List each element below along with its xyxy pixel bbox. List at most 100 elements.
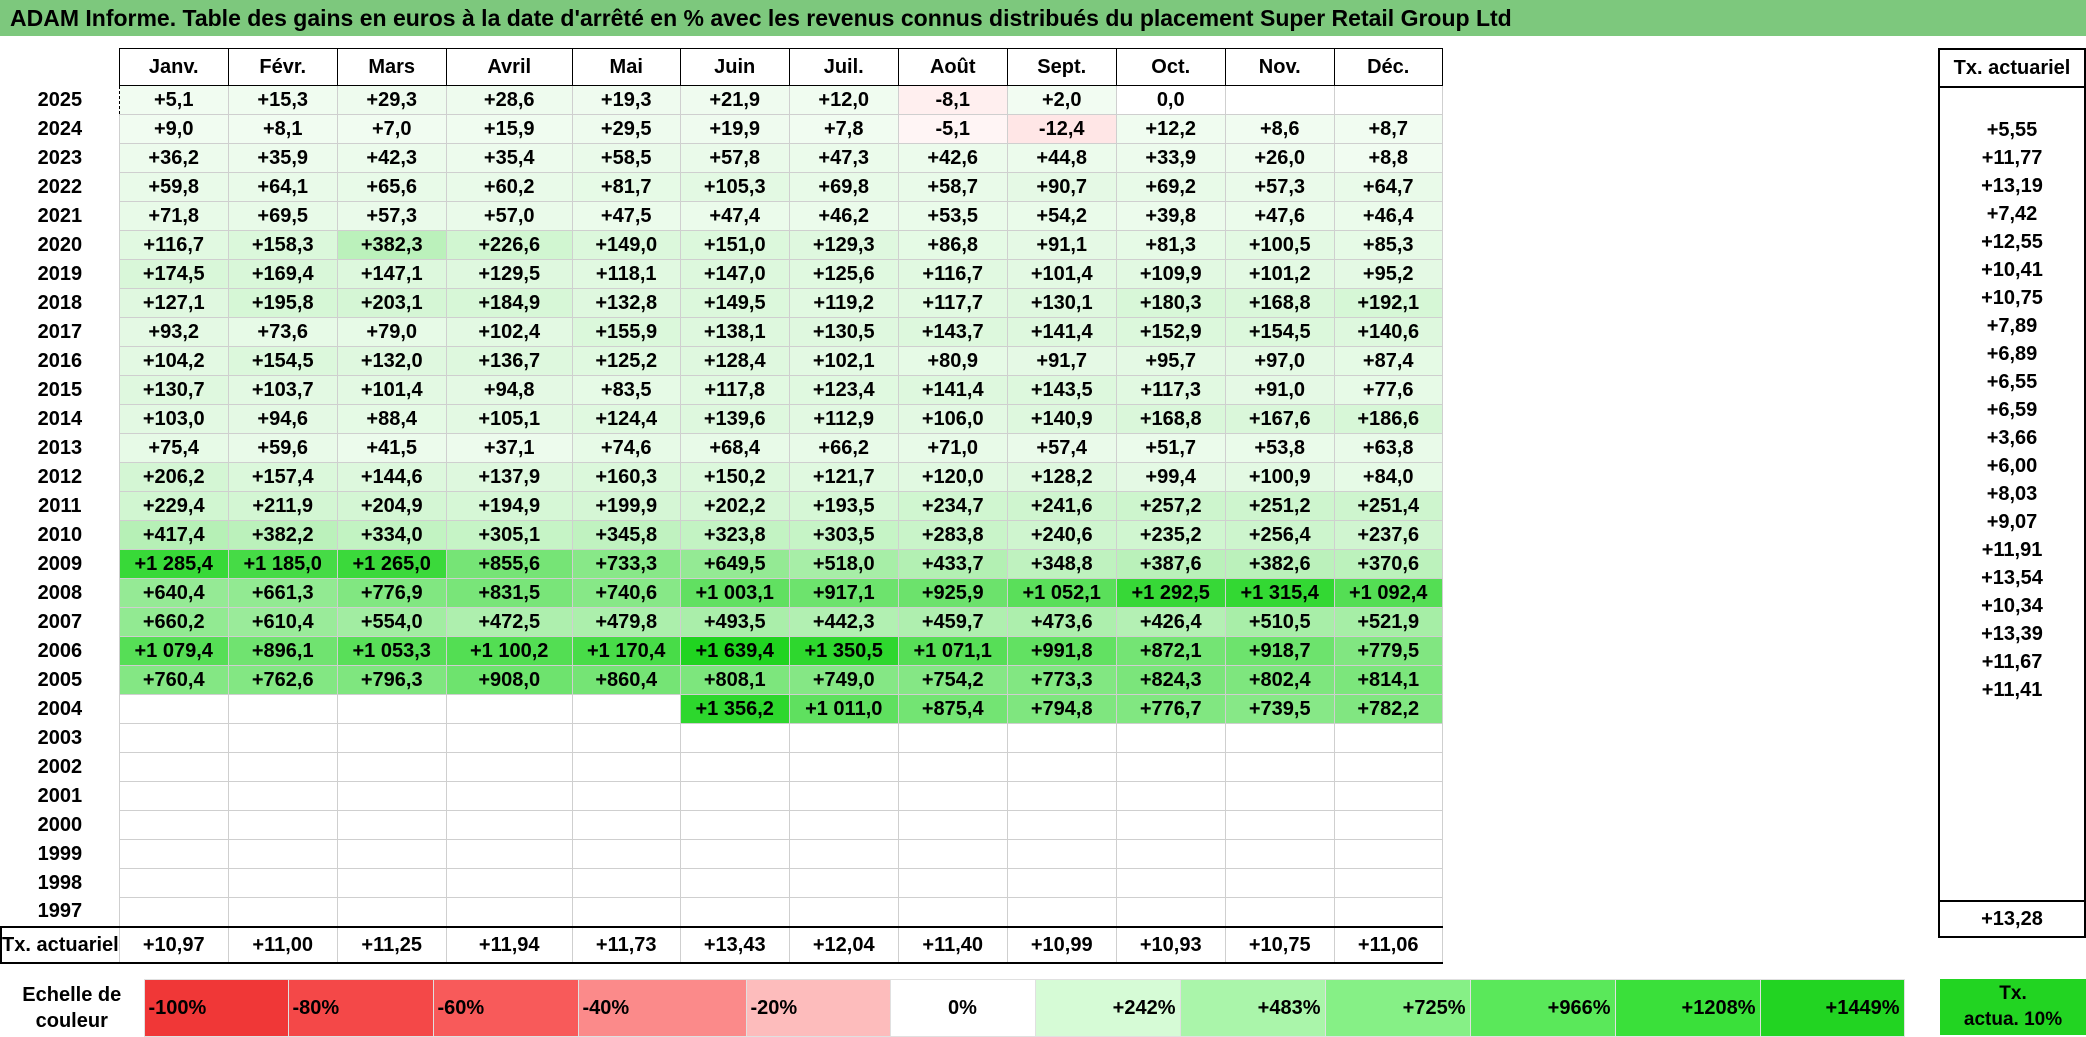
- gain-cell: +510,5: [1224, 607, 1335, 637]
- gain-cell: [1224, 839, 1335, 869]
- gain-cell: +37,1: [445, 433, 573, 463]
- year-row: 1998: [1, 868, 1443, 898]
- rate-row: +6,55: [1938, 368, 2086, 396]
- gain-cell: [445, 868, 573, 898]
- gain-cell: +116,7: [897, 259, 1008, 289]
- month-header: Déc.: [1333, 48, 1443, 86]
- year-rate-cell: +10,41: [1938, 256, 2086, 284]
- gain-cell: +1 011,0: [788, 694, 899, 724]
- gain-cell: [336, 752, 447, 782]
- gain-cell: +158,3: [227, 230, 338, 260]
- gain-cell: +140,6: [1333, 317, 1443, 347]
- gain-cell: +660,2: [118, 607, 229, 637]
- year-row: 2000: [1, 810, 1443, 840]
- gain-cell: [336, 781, 447, 811]
- gain-cell: +204,9: [336, 491, 447, 521]
- gain-cell: +117,3: [1115, 375, 1226, 405]
- rate-row: [1938, 844, 2086, 872]
- year-row: 2024 +9,0 +8,1 +7,0 +15,9 +29,5 +19,9 +7,8 -5,1-…: [1, 114, 1443, 144]
- gain-cell: +91,1: [1006, 230, 1117, 260]
- year-rate-cell: [1938, 844, 2086, 872]
- gain-cell: +84,0: [1333, 462, 1443, 492]
- month-header: Juin: [679, 48, 790, 86]
- gain-cell: [336, 723, 447, 753]
- totals-rate-row: +13,28: [1938, 900, 2086, 938]
- gain-cell: +128,2: [1006, 462, 1117, 492]
- gain-cell: -12,4: [1006, 114, 1117, 144]
- gain-cell: +63,8: [1333, 433, 1443, 463]
- gain-cell: [788, 897, 899, 928]
- gain-cell: [445, 839, 573, 869]
- gain-cell: +1 356,2: [679, 694, 790, 724]
- rate-row: [1938, 788, 2086, 816]
- gain-cell: +136,7: [445, 346, 573, 376]
- gain-cell: +782,2: [1333, 694, 1443, 724]
- gain-cell: +101,4: [1006, 259, 1117, 289]
- gain-cell: +808,1: [679, 665, 790, 695]
- rate-row: +8,03: [1938, 480, 2086, 508]
- gain-cell: +36,2: [118, 143, 229, 173]
- gain-cell: +138,1: [679, 317, 790, 347]
- gain-cell: +199,9: [571, 491, 681, 521]
- gain-cell: [118, 897, 229, 928]
- gain-cell: +796,3: [336, 665, 447, 695]
- gain-cell: +168,8: [1224, 288, 1335, 318]
- gain-cell: +917,1: [788, 578, 899, 608]
- gain-cell: +1 079,4: [118, 636, 229, 666]
- year-rate-cell: +7,89: [1938, 312, 2086, 340]
- totals-row: Tx. actuariel +10,97 +11,00 +11,25 +11,94 +11…: [0, 926, 1443, 964]
- color-scale-step: -40%: [577, 979, 747, 1037]
- gain-cell: +64,7: [1333, 172, 1443, 202]
- year-rate-cell: [1938, 704, 2086, 732]
- gain-cell: +661,3: [227, 578, 338, 608]
- gain-cell: [1115, 781, 1226, 811]
- gain-cell: +129,3: [788, 230, 899, 260]
- gain-cell: +112,9: [788, 404, 899, 434]
- gain-cell: +19,9: [679, 114, 790, 144]
- year-label: 2023: [37, 146, 83, 169]
- year-label: 2010: [37, 523, 83, 546]
- year-label: 2005: [37, 668, 83, 691]
- gain-cell: +194,9: [445, 491, 573, 521]
- gain-cell: [227, 810, 338, 840]
- gain-cell: [679, 723, 790, 753]
- gain-cell: +103,0: [118, 404, 229, 434]
- actuarial-rate-table: Tx. actuariel +5,55 +11,77 +13,19 +7,42 +12,…: [1938, 48, 2086, 938]
- gain-cell: +125,6: [788, 259, 899, 289]
- color-scale-step: +725%: [1324, 979, 1471, 1037]
- year-label: 2016: [37, 349, 83, 372]
- gain-cell: +128,4: [679, 346, 790, 376]
- gain-cell: +155,9: [571, 317, 681, 347]
- gain-cell: +8,7: [1333, 114, 1443, 144]
- gain-cell: +382,2: [227, 520, 338, 550]
- gain-cell: +348,8: [1006, 549, 1117, 579]
- year-rate-cell: [1938, 788, 2086, 816]
- overall-rate-cell: +13,28: [1938, 900, 2086, 938]
- year-rate-cell: [1938, 872, 2086, 901]
- year-rate-cell: +10,75: [1938, 284, 2086, 312]
- rate-row: [1938, 87, 2086, 116]
- gain-cell: [227, 839, 338, 869]
- month-rate-cell: +11,40: [897, 926, 1008, 964]
- gain-cell: [897, 781, 1008, 811]
- gain-cell: [897, 752, 1008, 782]
- gain-cell: -8,1: [897, 85, 1008, 115]
- year-label: 2003: [37, 726, 83, 749]
- actuarial-rate-header: Tx. actuariel: [1938, 48, 2086, 88]
- gain-cell: +184,9: [445, 288, 573, 318]
- gain-cell: +95,2: [1333, 259, 1443, 289]
- gain-cell: +57,0: [445, 201, 573, 231]
- gain-cell: [1224, 752, 1335, 782]
- gain-cell: [227, 694, 338, 724]
- month-header: Sept.: [1006, 48, 1117, 86]
- gain-cell: +459,7: [897, 607, 1008, 637]
- rate-row: +13,19: [1938, 172, 2086, 200]
- gain-cell: +42,3: [336, 143, 447, 173]
- color-scale-step: +1208%: [1614, 979, 1761, 1037]
- year-rate-cell: +3,66: [1938, 424, 2086, 452]
- gain-cell: +7,0: [336, 114, 447, 144]
- month-rate-cell: +13,43: [679, 926, 790, 964]
- gain-cell: +370,6: [1333, 549, 1443, 579]
- gain-cell: +104,2: [118, 346, 229, 376]
- gain-cell: +86,8: [897, 230, 1008, 260]
